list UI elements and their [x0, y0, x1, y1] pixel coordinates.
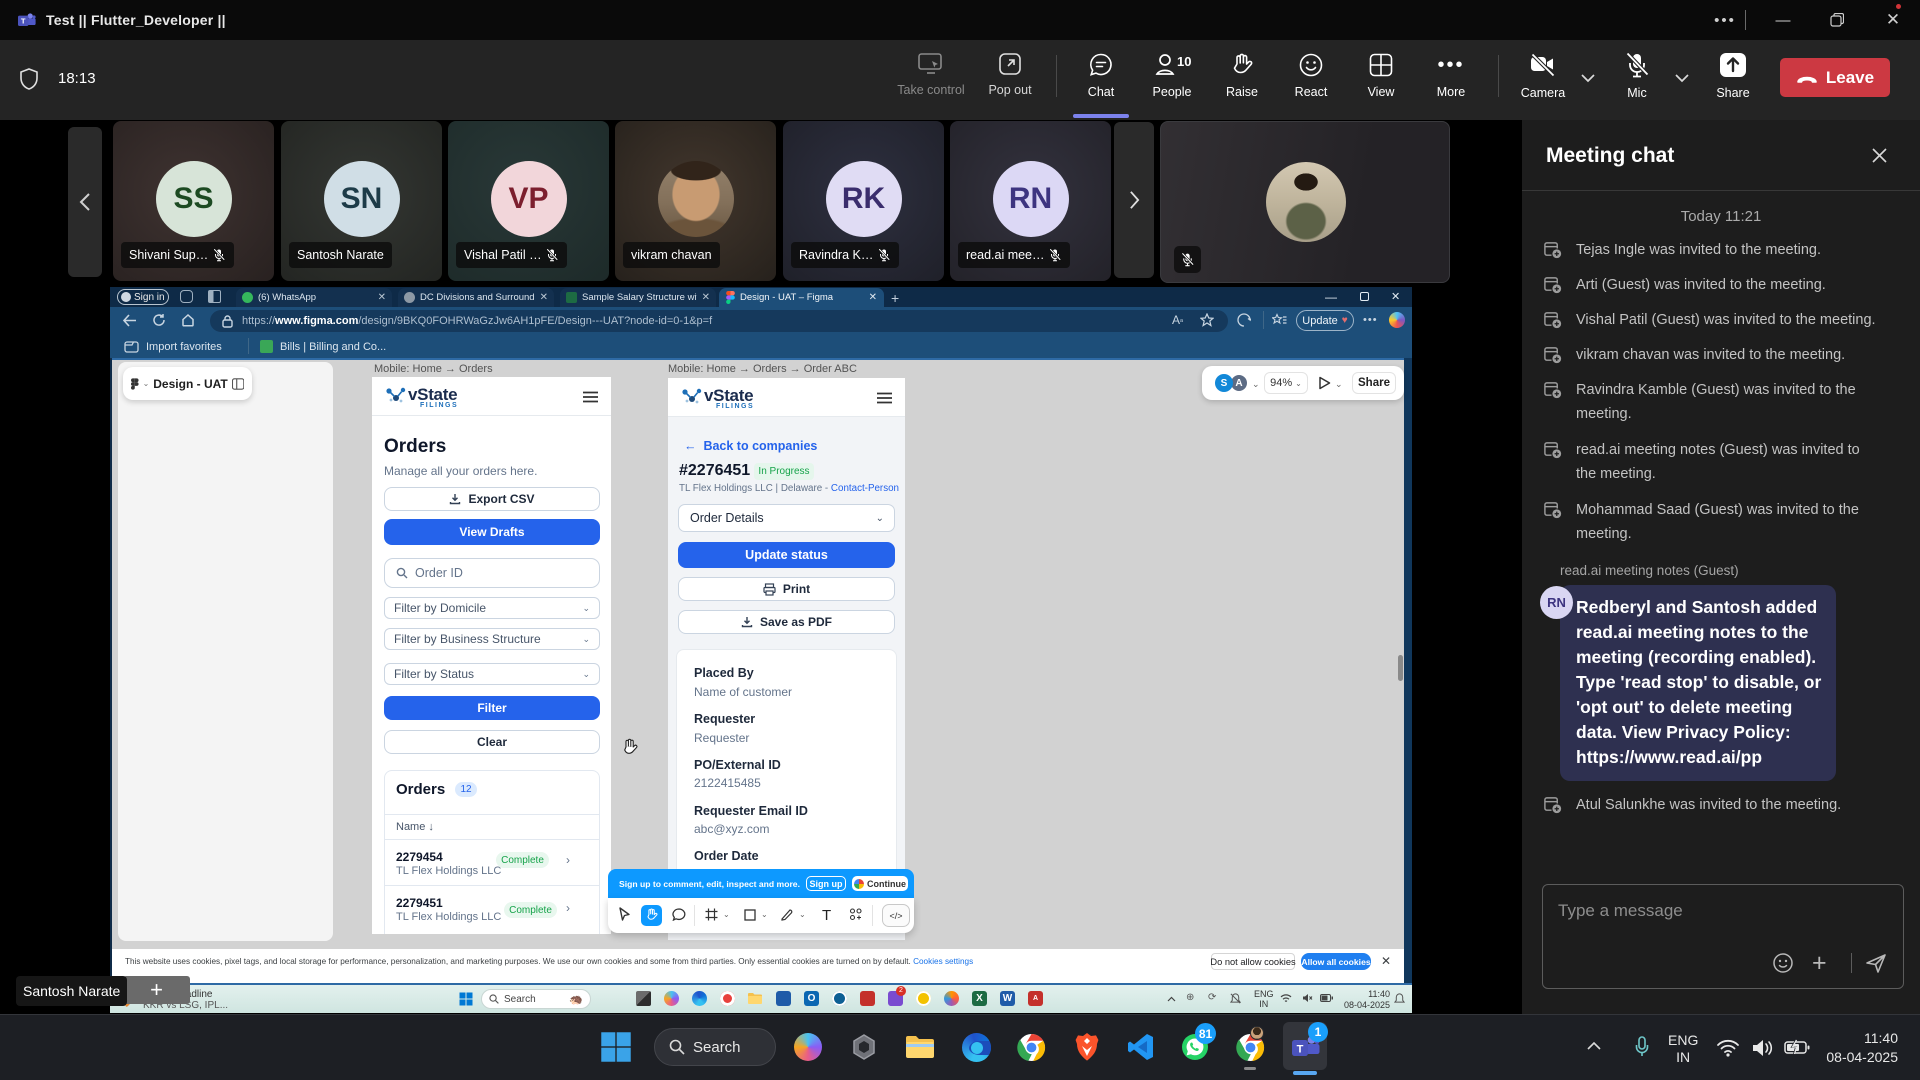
- svg-text:T: T: [1297, 1044, 1304, 1056]
- svg-text:T: T: [21, 17, 26, 26]
- svg-text:10: 10: [1177, 54, 1191, 69]
